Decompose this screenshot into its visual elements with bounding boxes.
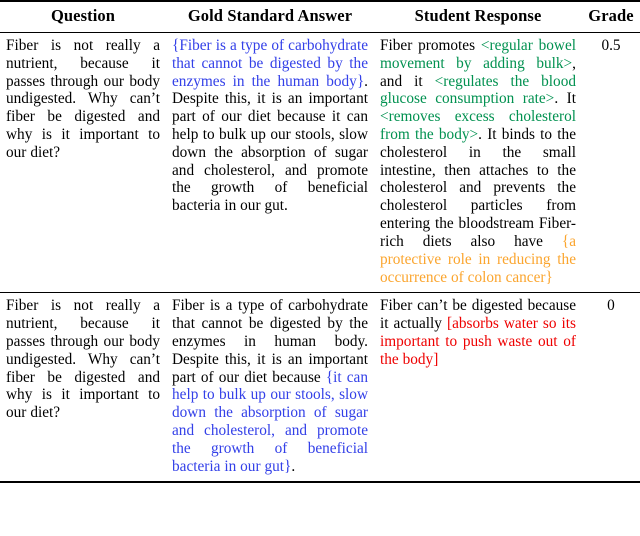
cell-gold-standard-answer: {Fiber is a type of carbohydrate that ca… <box>166 32 374 294</box>
text-segment-black: . It <box>554 90 576 108</box>
results-table-container: Question Gold Standard Answer Student Re… <box>0 0 640 484</box>
question-text: Fiber is not really a nutrient, because … <box>6 36 160 161</box>
gold-answer-text: Fiber is a type of carbohydrate that can… <box>172 297 368 475</box>
cell-gold-standard-answer: Fiber is a type of carbohydrate that can… <box>166 292 374 484</box>
student-response-text: Fiber can’t be digested because it actua… <box>380 297 576 368</box>
cell-student-response: Fiber promotes <regular bowel movement b… <box>374 32 582 294</box>
column-header-gold-standard-answer: Gold Standard Answer <box>166 0 374 33</box>
column-header-grade: Grade <box>582 0 640 33</box>
cell-question: Fiber is not really a nutrient, because … <box>0 32 166 294</box>
table-header: Question Gold Standard Answer Student Re… <box>0 0 640 33</box>
cell-grade: 0 <box>582 292 640 484</box>
gold-answer-text: {Fiber is a type of carbohydrate that ca… <box>172 37 368 215</box>
text-segment-black: Fiber promotes <box>380 36 481 54</box>
table-row: Fiber is not really a nutrient, because … <box>0 32 640 294</box>
table-body: Fiber is not really a nutrient, because … <box>0 32 640 484</box>
cell-student-response: Fiber can’t be digested because it actua… <box>374 292 582 484</box>
column-header-student-response: Student Response <box>374 0 582 33</box>
question-text: Fiber is not really a nutrient, because … <box>6 297 160 422</box>
cell-question: Fiber is not really a nutrient, because … <box>0 292 166 484</box>
cell-grade: 0.5 <box>582 32 640 294</box>
column-header-question: Question <box>0 0 166 33</box>
student-response-text: Fiber promotes <regular bowel movement b… <box>380 37 576 286</box>
text-segment-black: . <box>291 457 296 475</box>
text-segment-black: . It binds to the cholesterol in the sma… <box>380 126 576 250</box>
table-row: Fiber is not really a nutrient, because … <box>0 292 640 484</box>
text-segment-black: . Despite this, it is an important part … <box>172 72 368 215</box>
text-segment-blue: {Fiber is a type of carbohydrate that ca… <box>172 36 368 90</box>
qa-grading-table: Question Gold Standard Answer Student Re… <box>0 0 640 484</box>
